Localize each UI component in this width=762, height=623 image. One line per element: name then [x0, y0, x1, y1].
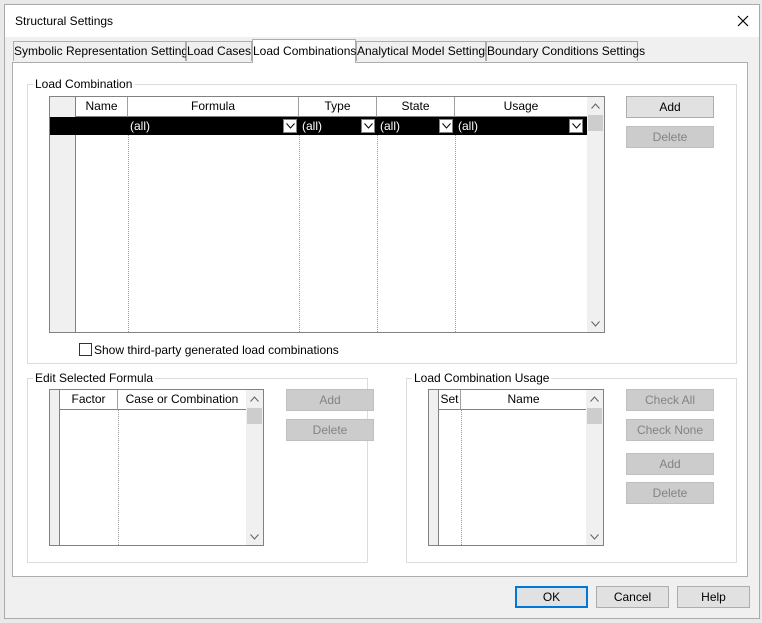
- window-title: Structural Settings: [15, 14, 114, 28]
- column-header-name[interactable]: Name: [461, 390, 587, 410]
- filter-state-value: (all): [380, 119, 400, 133]
- row-header-column: [50, 390, 60, 545]
- tab-boundary-conditions-settings[interactable]: Boundary Conditions Settings: [486, 41, 645, 61]
- scroll-up-arrow[interactable]: [246, 390, 263, 407]
- column-header-type[interactable]: Type: [299, 97, 377, 117]
- chevron-down-icon: [441, 123, 451, 129]
- delete-usage-button[interactable]: Delete: [626, 482, 714, 504]
- check-none-button[interactable]: Check None: [626, 419, 714, 441]
- show-third-party-label[interactable]: Show third-party generated load combinat…: [94, 343, 339, 357]
- filter-formula-value: (all): [130, 119, 150, 133]
- title-bar: Structural Settings: [5, 5, 759, 37]
- edit-formula-grid[interactable]: Factor Case or Combination: [49, 389, 264, 546]
- ok-button[interactable]: OK: [515, 586, 588, 608]
- edit-formula-scrollbar[interactable]: [246, 390, 263, 545]
- cancel-button[interactable]: Cancel: [596, 586, 669, 608]
- filter-usage-dropdown[interactable]: [569, 119, 583, 133]
- scroll-up-arrow[interactable]: [586, 390, 603, 407]
- load-combination-grid[interactable]: Name Formula Type State Usage (all) (all…: [49, 96, 605, 333]
- load-combination-group-label: Load Combination: [33, 77, 135, 91]
- delete-combination-button[interactable]: Delete: [626, 126, 714, 148]
- delete-formula-button[interactable]: Delete: [286, 419, 374, 441]
- scroll-thumb[interactable]: [587, 408, 602, 424]
- filter-type-dropdown[interactable]: [361, 119, 375, 133]
- check-all-button[interactable]: Check All: [626, 389, 714, 411]
- column-header-state[interactable]: State: [377, 97, 455, 117]
- chevron-up-icon: [590, 395, 599, 402]
- edit-selected-formula-group-label: Edit Selected Formula: [33, 371, 156, 385]
- scroll-thumb[interactable]: [588, 115, 603, 131]
- scroll-up-arrow[interactable]: [587, 97, 604, 114]
- close-button[interactable]: [731, 9, 755, 33]
- scroll-down-arrow[interactable]: [246, 528, 263, 545]
- load-combination-usage-group-label: Load Combination Usage: [412, 371, 552, 385]
- scroll-down-arrow[interactable]: [587, 315, 604, 332]
- usage-scrollbar[interactable]: [586, 390, 603, 545]
- chevron-up-icon: [250, 395, 259, 402]
- filter-formula-dropdown[interactable]: [283, 119, 297, 133]
- tab-panel-load-combinations: Load Combination Name Formula Type State…: [12, 62, 748, 577]
- column-header-usage[interactable]: Usage: [455, 97, 588, 117]
- column-header-formula[interactable]: Formula: [128, 97, 299, 117]
- help-button[interactable]: Help: [677, 586, 750, 608]
- scroll-thumb[interactable]: [247, 408, 262, 424]
- row-header-column: [429, 390, 439, 545]
- tab-load-cases[interactable]: Load Cases: [186, 41, 252, 61]
- add-combination-button[interactable]: Add: [626, 96, 714, 118]
- chevron-down-icon: [250, 533, 259, 540]
- chevron-down-icon: [363, 123, 373, 129]
- column-header-factor[interactable]: Factor: [60, 390, 118, 410]
- scroll-down-arrow[interactable]: [586, 528, 603, 545]
- column-header-name[interactable]: Name: [76, 97, 128, 117]
- filter-row[interactable]: (all) (all) (all) (all): [50, 117, 588, 135]
- filter-type-value: (all): [302, 119, 322, 133]
- chevron-down-icon: [285, 123, 295, 129]
- add-formula-button[interactable]: Add: [286, 389, 374, 411]
- tab-symbolic-representation-settings[interactable]: Symbolic Representation Settings: [13, 41, 194, 61]
- close-icon: [737, 15, 749, 27]
- filter-usage-value: (all): [458, 119, 478, 133]
- column-header-case-or-combination[interactable]: Case or Combination: [118, 390, 247, 410]
- chevron-up-icon: [591, 102, 600, 109]
- show-third-party-checkbox[interactable]: [79, 343, 92, 356]
- chevron-down-icon: [571, 123, 581, 129]
- column-header-set[interactable]: Set: [439, 390, 461, 410]
- usage-grid[interactable]: Set Name: [428, 389, 604, 546]
- tab-load-combinations[interactable]: Load Combinations: [252, 39, 356, 63]
- tab-analytical-model-settings[interactable]: Analytical Model Settings: [356, 41, 491, 61]
- filter-state-dropdown[interactable]: [439, 119, 453, 133]
- load-combination-scrollbar[interactable]: [587, 97, 604, 332]
- chevron-down-icon: [590, 533, 599, 540]
- chevron-down-icon: [591, 320, 600, 327]
- add-usage-button[interactable]: Add: [626, 453, 714, 475]
